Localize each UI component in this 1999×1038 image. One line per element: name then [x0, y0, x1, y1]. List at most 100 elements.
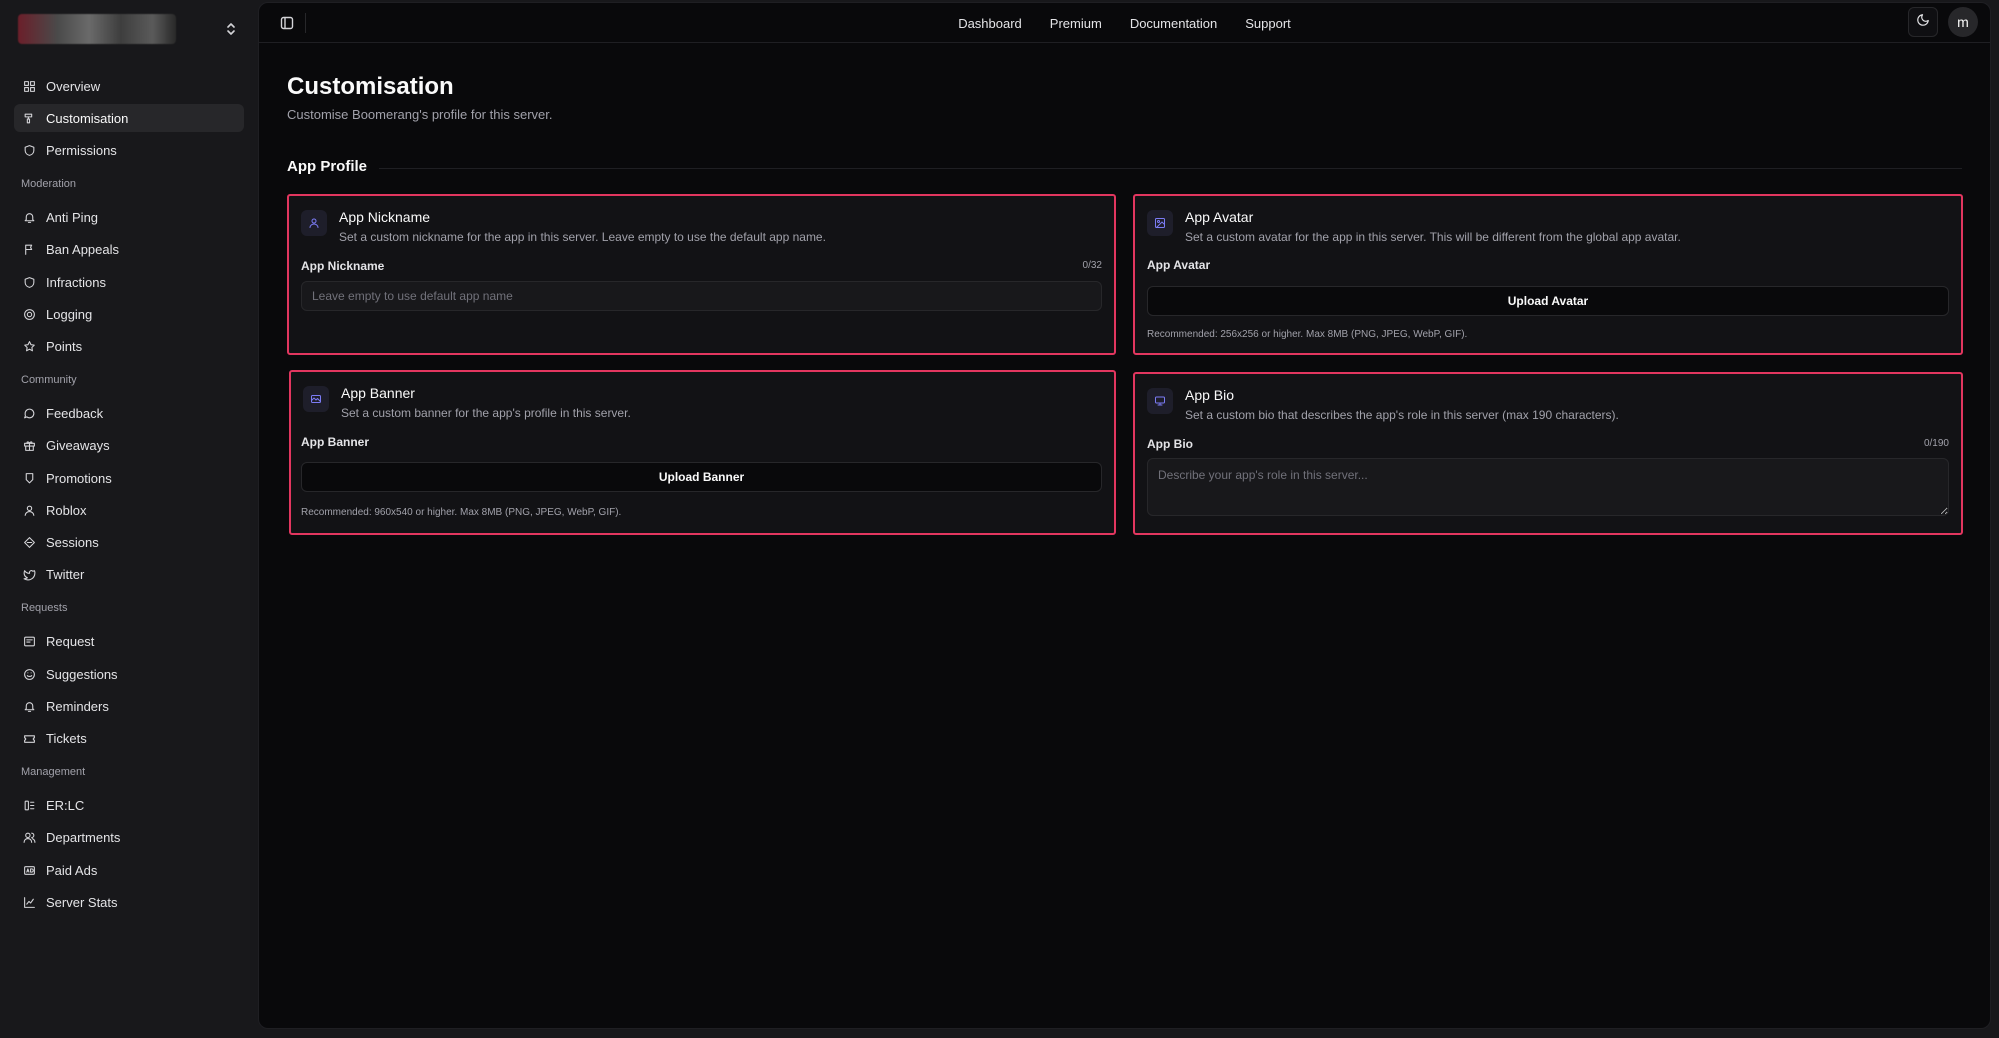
ticket-icon [22, 731, 36, 745]
sidebar-item-suggestions[interactable]: Suggestions [14, 660, 244, 688]
field-label: App Banner [301, 435, 370, 449]
app-nickname-input[interactable] [301, 281, 1102, 311]
sidebar-item-label: Request [46, 634, 95, 650]
sidebar-item-permissions[interactable]: Permissions [14, 136, 244, 164]
sidebar-item-feedback[interactable]: Feedback [14, 400, 244, 428]
sidebar-item-paid-ads[interactable]: Paid Ads [14, 856, 244, 884]
sidebar-item-roblox[interactable]: Roblox [14, 496, 244, 524]
app-bio-textarea[interactable] [1147, 458, 1949, 516]
top-navigation: Dashboard Premium Documentation Support [259, 3, 1990, 43]
sidebar-item-label: Overview [46, 78, 101, 94]
upload-avatar-button[interactable]: Upload Avatar [1147, 286, 1949, 316]
sidebar-item-label: Server Stats [46, 894, 118, 910]
sidebar-group-label: Requests [21, 601, 68, 614]
sidebar-item-label: Ban Appeals [46, 242, 120, 258]
sidebar-item-promotions[interactable]: Promotions [14, 464, 244, 492]
team-switcher[interactable] [18, 12, 238, 46]
card-description: Set a custom nickname for the app in thi… [339, 230, 826, 244]
user-icon [301, 210, 327, 236]
car-icon [22, 799, 36, 813]
upload-banner-button[interactable]: Upload Banner [301, 462, 1102, 492]
moon-icon [1916, 13, 1930, 32]
nav-link-support[interactable]: Support [1245, 16, 1291, 31]
gift-icon [22, 439, 36, 453]
nav-link-premium[interactable]: Premium [1050, 16, 1102, 31]
card-description: Set a custom avatar for the app in this … [1185, 230, 1681, 244]
sidebar-item-label: Feedback [46, 406, 104, 422]
upload-hint: Recommended: 256x256 or higher. Max 8MB … [1147, 329, 1468, 340]
sidebar-item-label: ER:LC [46, 798, 85, 814]
monitor-icon [1147, 388, 1173, 414]
sidebar-item-label: Twitter [46, 567, 85, 583]
sidebar-item-label: Points [46, 338, 83, 354]
sidebar-item-server-stats[interactable]: Server Stats [14, 888, 244, 916]
nav-link-documentation[interactable]: Documentation [1130, 16, 1217, 31]
user-avatar[interactable]: m [1948, 7, 1978, 37]
theme-toggle-button[interactable] [1908, 7, 1938, 37]
sidebar-item-label: Permissions [46, 142, 117, 158]
app-window: Overview Customisation Permissions Moderati… [0, 0, 1999, 1038]
sidebar-item-label: Reminders [46, 698, 109, 714]
star-icon [22, 339, 36, 353]
sidebar-item-anti-ping[interactable]: Anti Ping [14, 204, 244, 232]
badge-icon [22, 471, 36, 485]
brush-icon [22, 111, 36, 125]
app-banner-card: App Banner Set a custom banner for the a… [289, 370, 1116, 535]
sidebar-item-giveaways[interactable]: Giveaways [14, 432, 244, 460]
section-divider [379, 168, 1962, 169]
sidebar: Overview Customisation Permissions Moderati… [0, 0, 258, 1038]
card-description: Set a custom banner for the app's profil… [341, 406, 631, 420]
team-logo [18, 14, 176, 44]
user-icon [22, 503, 36, 517]
page-title: Customisation [287, 73, 454, 100]
sidebar-item-sessions[interactable]: Sessions [14, 528, 244, 556]
sidebar-item-label: Paid Ads [46, 862, 98, 878]
sidebar-item-label: Anti Ping [46, 210, 99, 226]
target-icon [22, 307, 36, 321]
sidebar-item-twitter[interactable]: Twitter [14, 561, 244, 589]
main-panel: Dashboard Premium Documentation Support … [258, 2, 1991, 1029]
sidebar-item-label: Logging [46, 306, 93, 322]
bell-icon [22, 699, 36, 713]
character-count: 0/32 [1082, 260, 1102, 271]
banner-image-icon [303, 386, 329, 412]
grid-icon [22, 79, 36, 93]
twitter-icon [22, 568, 36, 582]
sidebar-item-reminders[interactable]: Reminders [14, 692, 244, 720]
sidebar-item-departments[interactable]: Departments [14, 824, 244, 852]
app-avatar-card: App Avatar Set a custom avatar for the a… [1133, 194, 1963, 355]
sidebar-item-ban-appeals[interactable]: Ban Appeals [14, 236, 244, 264]
field-label: App Nickname [301, 259, 385, 273]
inbox-icon [22, 635, 36, 649]
top-bar: Dashboard Premium Documentation Support … [259, 3, 1990, 43]
sidebar-item-points[interactable]: Points [14, 332, 244, 360]
sidebar-item-label: Customisation [46, 110, 129, 126]
card-title: App Bio [1185, 387, 1235, 403]
flag-icon [22, 243, 36, 257]
sidebar-item-label: Tickets [46, 730, 87, 746]
sidebar-item-customisation[interactable]: Customisation [14, 104, 244, 133]
app-bio-card: App Bio Set a custom bio that describes … [1133, 372, 1963, 535]
message-icon [22, 407, 36, 421]
nav-link-dashboard[interactable]: Dashboard [958, 16, 1022, 31]
upload-hint: Recommended: 960x540 or higher. Max 8MB … [301, 507, 622, 518]
sidebar-item-er-lc[interactable]: ER:LC [14, 792, 244, 820]
diamond-icon [22, 535, 36, 549]
sidebar-group-label: Management [21, 765, 86, 778]
sidebar-item-label: Sessions [46, 534, 99, 550]
sidebar-item-label: Roblox [46, 502, 87, 518]
sidebar-item-overview[interactable]: Overview [14, 72, 244, 100]
sidebar-item-label: Promotions [46, 470, 112, 486]
sidebar-item-infractions[interactable]: Infractions [14, 268, 244, 296]
sidebar-item-request[interactable]: Request [14, 628, 244, 656]
users-icon [22, 831, 36, 845]
section-title: App Profile [287, 158, 368, 175]
field-label: App Bio [1147, 437, 1193, 451]
chart-icon [22, 895, 36, 909]
sidebar-item-label: Departments [46, 830, 121, 846]
sidebar-group-label: Community [21, 373, 77, 386]
chevrons-up-down-icon[interactable] [224, 20, 238, 38]
character-count: 0/190 [1923, 438, 1949, 449]
sidebar-item-tickets[interactable]: Tickets [14, 724, 244, 752]
sidebar-item-logging[interactable]: Logging [14, 300, 244, 328]
